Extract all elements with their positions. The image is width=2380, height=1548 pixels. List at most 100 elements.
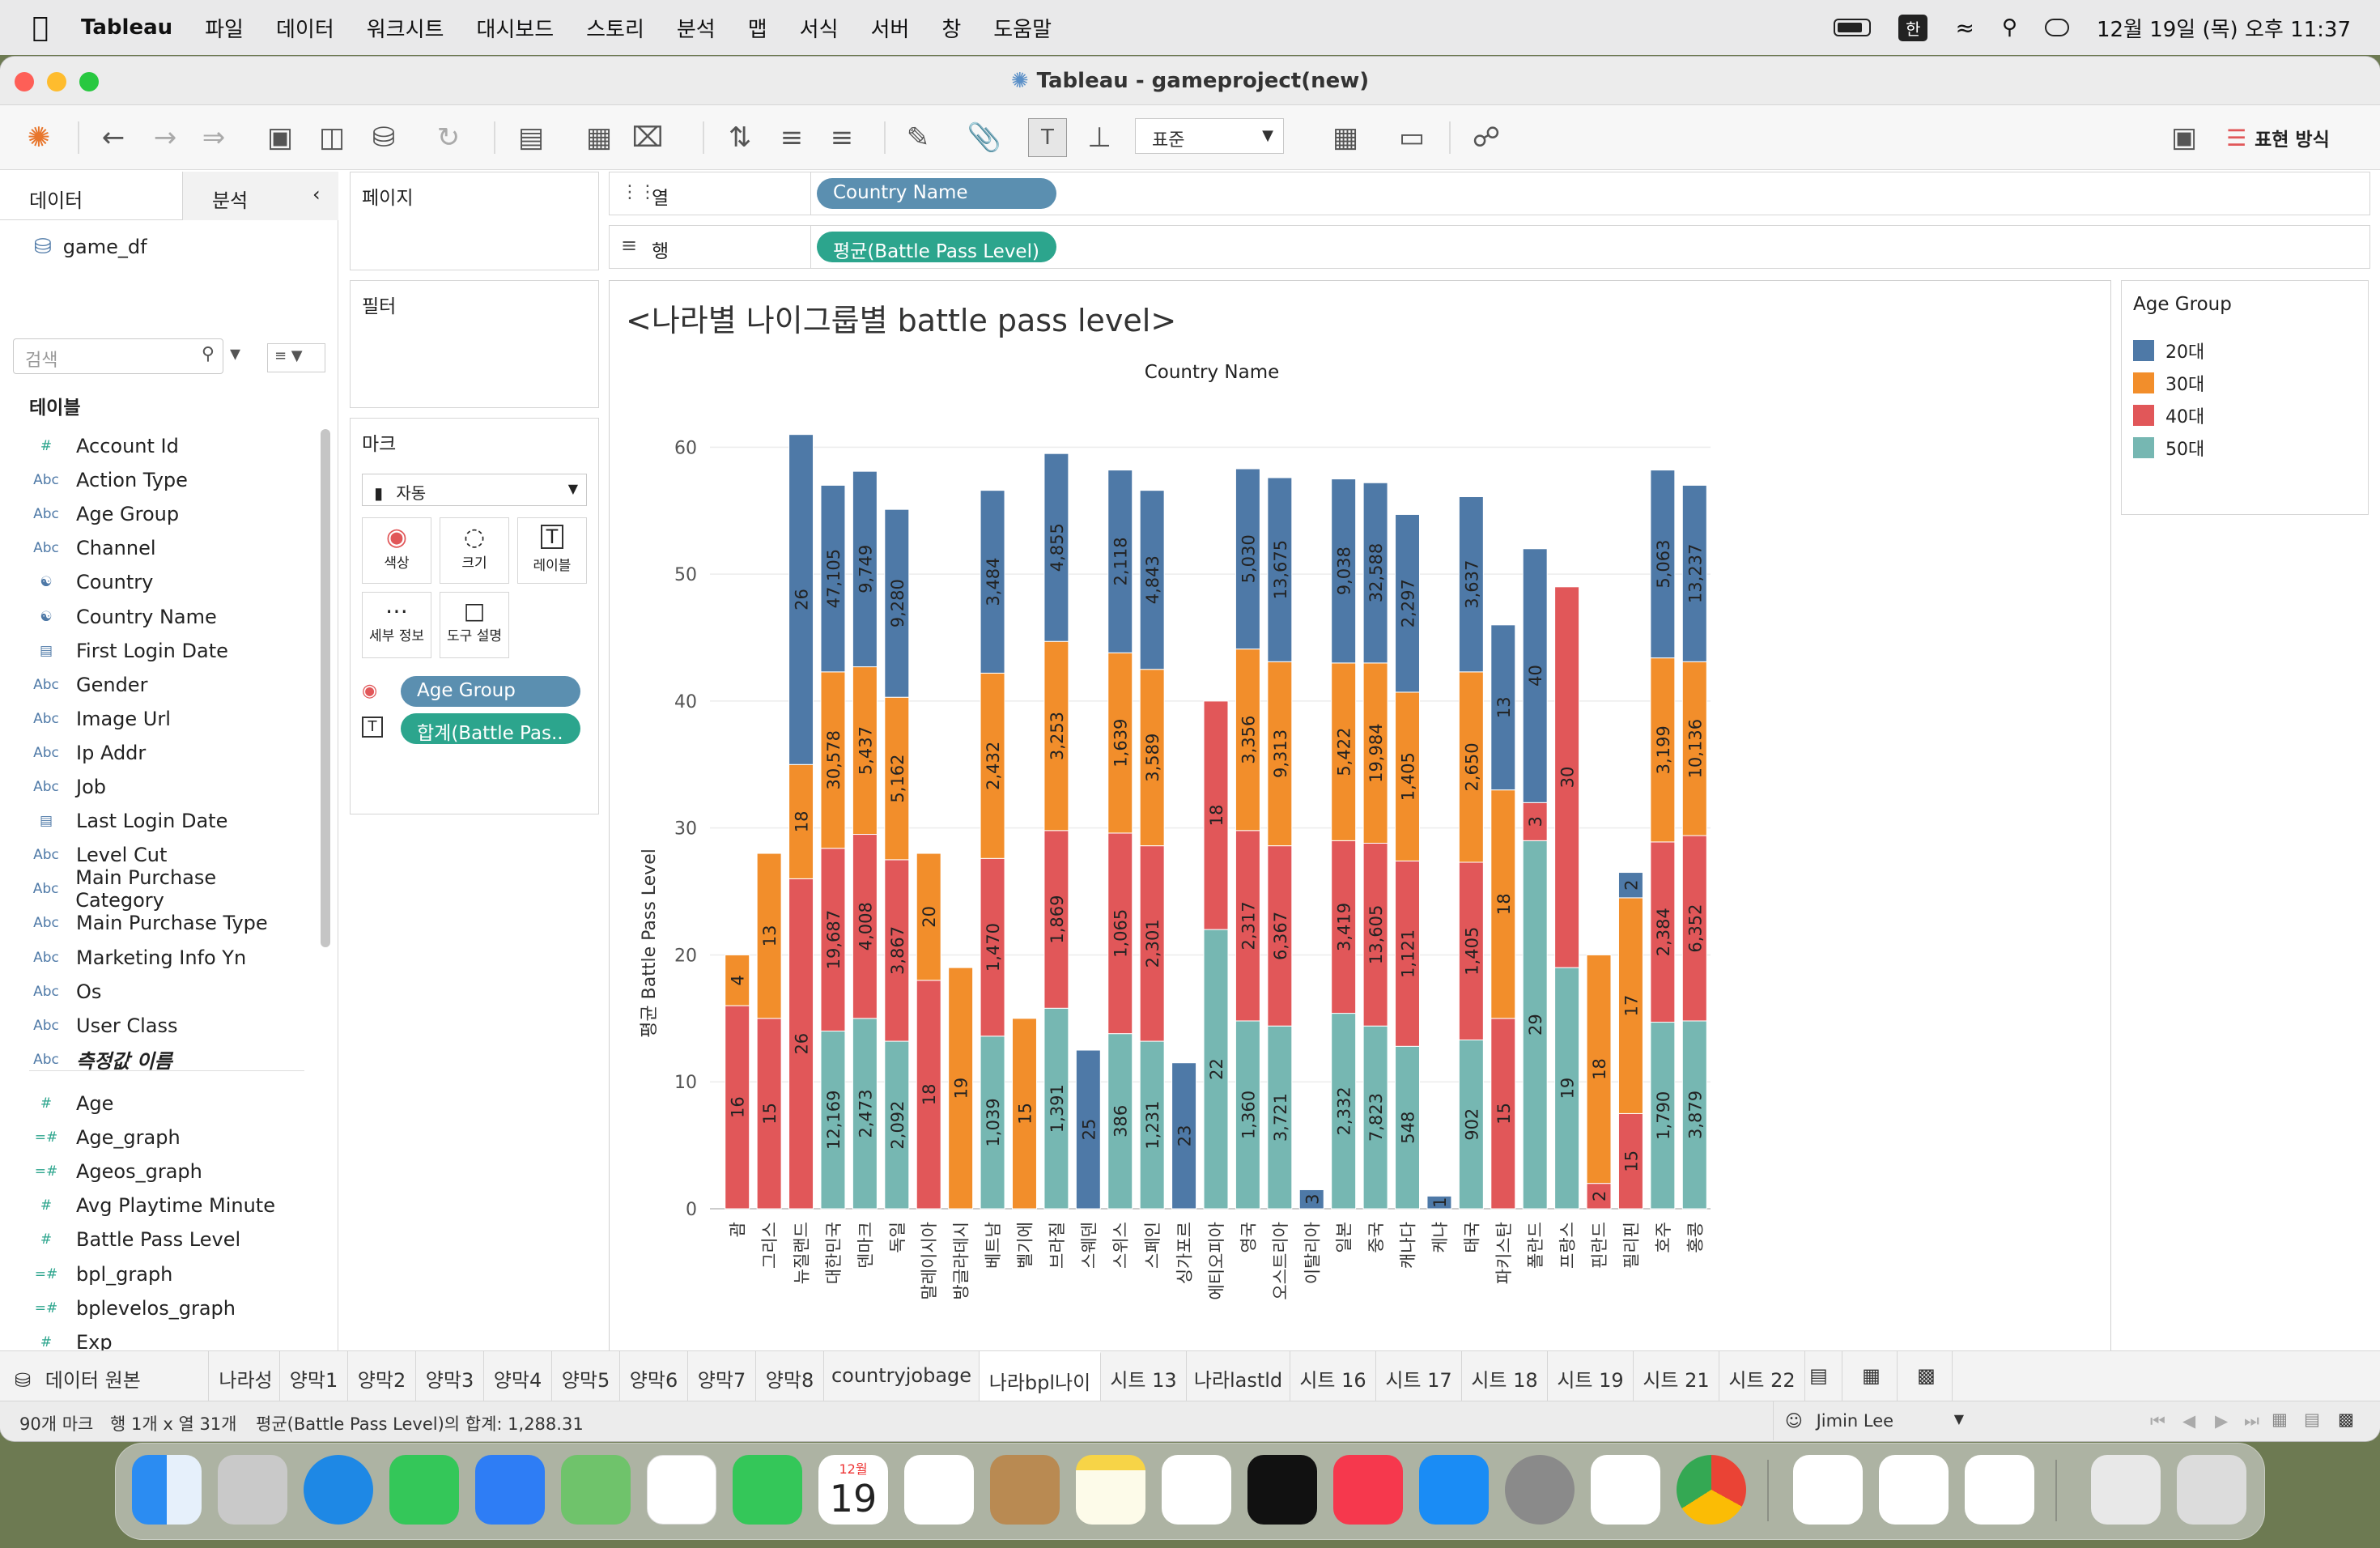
close-window-button[interactable] xyxy=(15,72,34,91)
menu-window[interactable]: 창 xyxy=(941,13,961,43)
field-item[interactable]: Abc Marketing Info Yn xyxy=(0,941,308,975)
color-button[interactable]: ◉ 색상 xyxy=(362,517,431,584)
field-item[interactable]: # Account Id xyxy=(0,429,308,463)
appletv-icon[interactable] xyxy=(1247,1455,1317,1525)
trash-icon[interactable] xyxy=(2177,1455,2246,1525)
show-me-button[interactable]: ☰ 표현 방식 xyxy=(2226,121,2330,154)
sheet-tab[interactable]: 양막8 xyxy=(756,1351,824,1401)
field-item[interactable]: ☯ Country xyxy=(0,565,308,599)
new-sheet-icon[interactable]: ▤ xyxy=(512,118,550,157)
grid-view-icon[interactable]: ▦ xyxy=(2272,1410,2288,1429)
last-page-icon[interactable]: ⏭ xyxy=(2244,1411,2259,1431)
field-item[interactable]: ☯ Country Name xyxy=(0,600,308,634)
menu-analysis[interactable]: 분석 xyxy=(677,13,716,43)
search-box[interactable]: 검색 ⚲ xyxy=(13,338,223,374)
new-dashboard-icon[interactable]: ▦ xyxy=(1846,1351,1898,1401)
field-item[interactable]: Abc Main Purchase Type xyxy=(0,906,308,940)
field-item[interactable]: ▤ Last Login Date xyxy=(0,804,308,838)
music-icon[interactable] xyxy=(1333,1455,1403,1525)
control-center-icon[interactable] xyxy=(2044,19,2069,36)
show-labels-icon[interactable]: T xyxy=(1028,118,1067,157)
rows-shelf[interactable]: ≡ 행 평균(Battle Pass Level) xyxy=(609,225,2370,269)
age-group-pill[interactable]: Age Group xyxy=(401,676,580,707)
field-item[interactable]: =# Ageos_graph xyxy=(0,1155,308,1189)
legend-item-30s[interactable]: 30대 xyxy=(2133,370,2204,396)
paint-roller-icon[interactable]: ▣ xyxy=(2165,118,2204,157)
legend-item-20s[interactable]: 20대 xyxy=(2133,338,2204,364)
apple-icon[interactable]:  xyxy=(0,0,81,55)
field-item[interactable]: Abc User Class xyxy=(0,1009,308,1043)
field-item[interactable]: Abc Age Group xyxy=(0,497,308,531)
mark-field-age-group[interactable]: ◉ Age Group xyxy=(362,676,589,708)
list-view-icon[interactable]: ▤ xyxy=(2304,1410,2320,1429)
sheet-tab[interactable]: 양막3 xyxy=(416,1351,484,1401)
sheet-tab[interactable]: countryjobage xyxy=(824,1351,980,1401)
datasource-item[interactable]: ⛁ game_df xyxy=(34,235,147,259)
share-icon[interactable]: ☍ xyxy=(1467,118,1506,157)
datasource-icon[interactable]: ⛁ xyxy=(364,118,403,157)
label-button[interactable]: T 레이블 xyxy=(517,517,587,584)
new-datasource-icon[interactable]: ◫ xyxy=(312,118,351,157)
sheet-tab[interactable]: 시트 16 xyxy=(1290,1351,1376,1401)
mark-field-battle-pass[interactable]: T 합계(Battle Pas.. xyxy=(362,713,589,746)
highlight-icon[interactable]: ✎ xyxy=(899,118,937,157)
battle-pass-sum-pill[interactable]: 합계(Battle Pas.. xyxy=(401,713,580,744)
chrome-icon[interactable] xyxy=(1677,1455,1746,1525)
group-icon[interactable]: 📎 xyxy=(965,118,1004,157)
tooltip-button[interactable]: □ 도구 설명 xyxy=(440,592,509,658)
menu-format[interactable]: 서식 xyxy=(800,13,839,43)
photos-icon[interactable] xyxy=(647,1455,716,1525)
tableau-app-icon[interactable] xyxy=(1793,1455,1863,1525)
finder-icon[interactable] xyxy=(132,1455,202,1525)
notes-icon[interactable] xyxy=(1076,1455,1145,1525)
battery-icon[interactable] xyxy=(1834,19,1872,36)
viz-area[interactable]: <나라별 나이그룹별 battle pass level> Country Na… xyxy=(609,280,2111,1397)
sheet-tab[interactable]: 시트 13 xyxy=(1101,1351,1187,1401)
tab-analysis[interactable]: 분석 xyxy=(183,172,304,220)
menu-app-name[interactable]: Tableau xyxy=(81,15,172,40)
field-item[interactable]: Abc 측정값 이름 xyxy=(0,1043,308,1077)
field-item[interactable]: Abc Ip Addr xyxy=(0,736,308,770)
film-view-icon[interactable]: ▩ xyxy=(2338,1410,2354,1429)
sheet-tab[interactable]: 양막4 xyxy=(484,1351,552,1401)
sheet-tab[interactable]: 나라bpl나이 xyxy=(980,1351,1101,1401)
sheet-tab[interactable]: 시트 17 xyxy=(1376,1351,1462,1401)
appstore-icon[interactable] xyxy=(1419,1455,1489,1525)
sheet-tab[interactable]: 시트 18 xyxy=(1462,1351,1548,1401)
legend-item-40s[interactable]: 40대 xyxy=(2133,402,2204,428)
refresh-icon[interactable]: ↻ xyxy=(429,118,468,157)
pin-icon[interactable]: ⊥ xyxy=(1080,118,1119,157)
maps-icon[interactable] xyxy=(561,1455,631,1525)
new-story-icon[interactable]: ▩ xyxy=(1901,1351,1953,1401)
show-cards-icon[interactable]: ▦ xyxy=(1326,118,1365,157)
tableau-logo-icon[interactable]: ✺ xyxy=(19,118,58,157)
fit-select[interactable]: 표준 ▼ xyxy=(1135,118,1284,154)
menu-file[interactable]: 파일 xyxy=(205,13,244,43)
sheet-tab[interactable]: 양막5 xyxy=(552,1351,620,1401)
view-options-icon[interactable]: ≡ ▼ xyxy=(267,343,325,372)
field-item[interactable]: =# Age_graph xyxy=(0,1121,308,1155)
wifi-icon[interactable]: ≈ xyxy=(1955,15,1974,41)
menu-worksheet[interactable]: 워크시트 xyxy=(367,13,444,43)
field-item[interactable]: Abc Action Type xyxy=(0,463,308,497)
collapse-pane-icon[interactable]: ‹ xyxy=(304,172,338,220)
save-icon[interactable]: ▣ xyxy=(261,118,300,157)
country-name-pill[interactable]: Country Name xyxy=(817,178,1056,209)
field-item[interactable]: Abc Image Url xyxy=(0,702,308,736)
menu-server[interactable]: 서버 xyxy=(871,13,910,43)
field-item[interactable]: Abc Job xyxy=(0,770,308,804)
contacts-icon[interactable] xyxy=(990,1455,1060,1525)
launchpad-icon[interactable] xyxy=(218,1455,287,1525)
filter-fields-icon[interactable]: ▾ xyxy=(230,342,240,366)
facetime-icon[interactable] xyxy=(733,1455,802,1525)
field-item[interactable]: ▤ First Login Date xyxy=(0,634,308,668)
menu-dashboard[interactable]: 대시보드 xyxy=(476,13,554,43)
zoom-window-button[interactable] xyxy=(79,72,99,91)
settings-icon[interactable] xyxy=(1505,1455,1575,1525)
calendar-icon[interactable]: 12월 19 xyxy=(818,1455,888,1525)
user-menu[interactable]: ☺ Jimin Lee ▼ xyxy=(1773,1401,1975,1440)
freeform-icon[interactable] xyxy=(1162,1455,1231,1525)
sheet-tab[interactable]: 나라성 xyxy=(212,1351,280,1401)
avg-battle-pass-pill[interactable]: 평균(Battle Pass Level) xyxy=(817,232,1056,262)
filters-card[interactable]: 필터 xyxy=(350,280,599,408)
